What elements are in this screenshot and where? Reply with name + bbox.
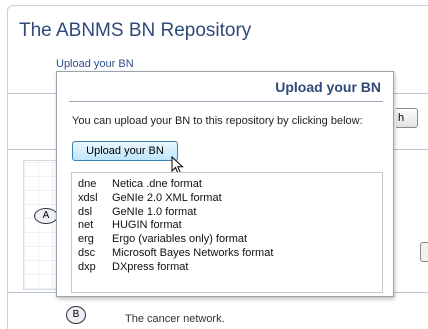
format-description: GeNIe 1.0 format bbox=[112, 205, 197, 218]
format-extension: dsc bbox=[78, 246, 96, 259]
list-item: net HUGIN format bbox=[78, 219, 382, 233]
popup-description: You can upload your BN to this repositor… bbox=[72, 115, 363, 127]
list-item: dsc Microsoft Bayes Networks format bbox=[78, 247, 382, 261]
format-description: Netica .dne format bbox=[112, 178, 202, 190]
upload-bn-button[interactable]: Upload your BN bbox=[72, 141, 178, 161]
network-node-b: B bbox=[66, 306, 86, 324]
format-description: Microsoft Bayes Networks format bbox=[112, 246, 274, 259]
divider bbox=[8, 149, 56, 150]
list-item: dxp DXpress format bbox=[78, 261, 382, 275]
divider bbox=[394, 93, 428, 94]
list-item: dsl GeNIe 1.0 format bbox=[78, 206, 382, 220]
network-node-a: A bbox=[34, 208, 58, 224]
upload-popup: Upload your BN You can upload your BN to… bbox=[56, 71, 394, 297]
format-extension: dxp bbox=[78, 260, 96, 273]
upload-bn-link[interactable]: Upload your BN bbox=[56, 58, 134, 70]
page-title: The ABNMS BN Repository bbox=[19, 20, 252, 41]
popup-title: Upload your BN bbox=[275, 79, 381, 95]
format-extension: xdsl bbox=[78, 191, 98, 204]
format-description: DXpress format bbox=[112, 260, 189, 273]
list-item: erg Ergo (variables only) format bbox=[78, 233, 382, 247]
divider bbox=[394, 149, 428, 150]
list-item: dne Netica .dne format bbox=[78, 178, 382, 192]
format-description: GeNIe 2.0 XML format bbox=[112, 191, 222, 204]
format-extension: erg bbox=[78, 233, 94, 246]
side-button[interactable] bbox=[420, 242, 428, 262]
network-description: The cancer network. bbox=[125, 313, 225, 325]
format-description: Ergo (variables only) format bbox=[112, 233, 248, 246]
popup-title-divider bbox=[69, 101, 383, 102]
format-description: HUGIN format bbox=[112, 219, 182, 232]
format-extension: dsl bbox=[78, 205, 93, 218]
divider bbox=[8, 93, 56, 94]
search-button[interactable]: h bbox=[396, 108, 418, 128]
format-extension: dne bbox=[78, 178, 97, 190]
list-item: xdsl GeNIe 2.0 XML format bbox=[78, 192, 382, 206]
format-extension: net bbox=[78, 219, 94, 232]
format-list: dne Netica .dne format xdsl GeNIe 2.0 XM… bbox=[71, 172, 383, 293]
